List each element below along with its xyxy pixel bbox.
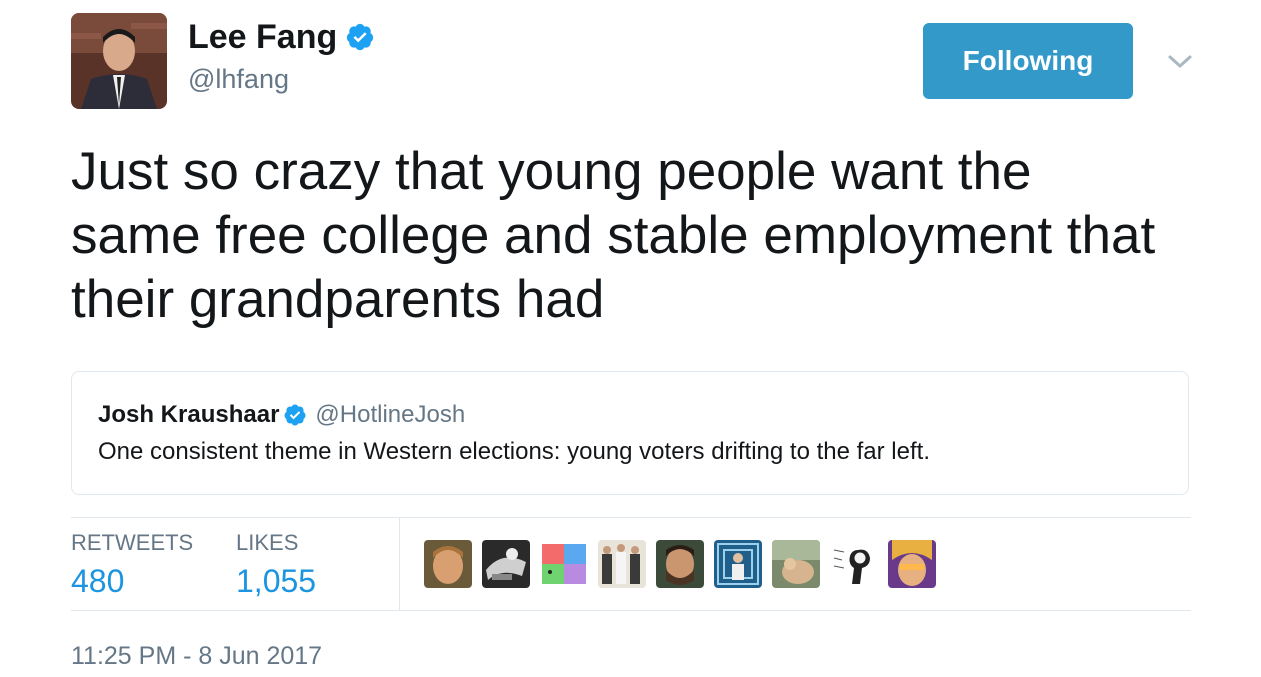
author-handle[interactable]: @lhfang — [188, 62, 289, 96]
liker-avatar[interactable] — [656, 540, 704, 588]
verified-badge-icon — [345, 22, 375, 52]
liker-avatar[interactable] — [772, 540, 820, 588]
liker-avatar[interactable] — [830, 540, 878, 588]
stats-divider-top — [71, 517, 1191, 518]
stats-divider-bottom — [71, 610, 1191, 611]
liker-avatar[interactable] — [888, 540, 936, 588]
chevron-down-icon[interactable] — [1165, 48, 1195, 76]
liker-avatar[interactable] — [424, 540, 472, 588]
likers-avatars — [424, 540, 946, 588]
tweet-timestamp[interactable]: 11:25 PM - 8 Jun 2017 — [71, 640, 322, 672]
verified-badge-icon — [283, 403, 307, 427]
author-avatar[interactable] — [71, 13, 167, 109]
liker-avatar[interactable] — [598, 540, 646, 588]
retweets-stat[interactable]: RETWEETS 480 — [71, 530, 193, 600]
following-button[interactable]: Following — [923, 23, 1133, 99]
author-name[interactable]: Lee Fang — [188, 16, 337, 58]
quoted-tweet-header: Josh Kraushaar @HotlineJosh — [98, 400, 465, 430]
retweets-label: RETWEETS — [71, 530, 194, 555]
stats-divider-vertical — [399, 518, 400, 610]
likes-count: 1,055 — [236, 563, 317, 599]
tweet-card: Lee Fang @lhfang Following Just so crazy… — [0, 0, 1261, 677]
liker-avatar[interactable] — [540, 540, 588, 588]
quoted-author-handle: @HotlineJosh — [315, 401, 466, 428]
likes-stat[interactable]: LIKES 1,055 — [236, 530, 316, 600]
retweets-count: 480 — [71, 563, 125, 599]
liker-avatar[interactable] — [482, 540, 530, 588]
quoted-tweet[interactable]: Josh Kraushaar @HotlineJosh One consiste… — [71, 371, 1189, 495]
liker-avatar[interactable] — [714, 540, 762, 588]
tweet-text: Just so crazy that young people want the… — [71, 142, 1156, 329]
author-name-row: Lee Fang — [188, 16, 375, 58]
likes-label: LIKES — [236, 530, 299, 555]
quoted-author-name: Josh Kraushaar — [98, 401, 280, 428]
quoted-tweet-text: One consistent theme in Western election… — [98, 438, 930, 465]
